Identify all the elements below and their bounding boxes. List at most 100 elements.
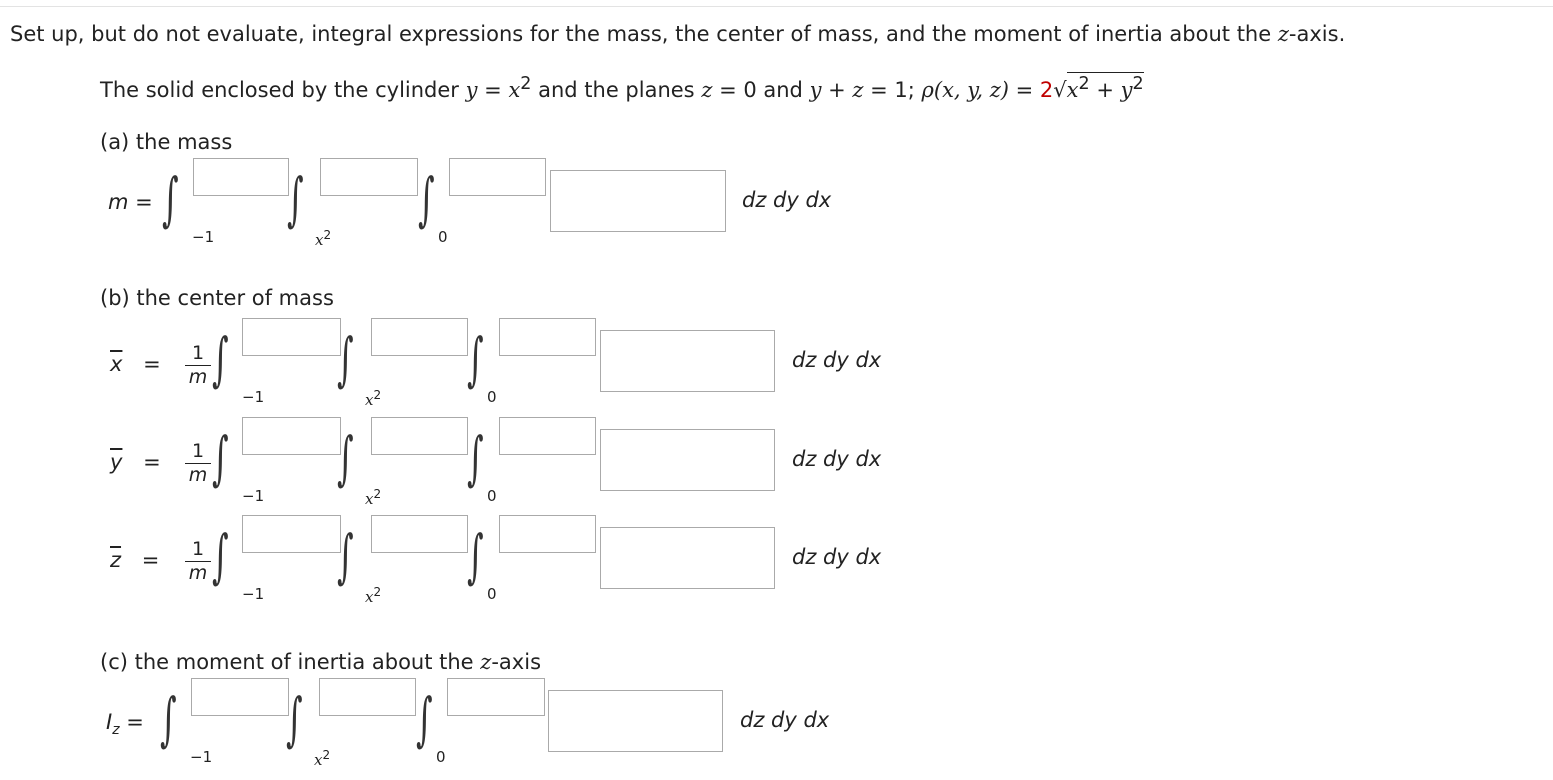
- integral-lower-limit: x2: [315, 228, 331, 249]
- question-prompt: Set up, but do not evaluate, integral ex…: [10, 22, 1345, 46]
- integrand-input[interactable]: [600, 330, 775, 392]
- frac-denominator: m: [188, 562, 208, 584]
- integral-sign-icon: ∫: [467, 424, 484, 492]
- density-function: ρ(x, y, z): [921, 78, 1009, 102]
- upper-limit-input[interactable]: [499, 318, 596, 356]
- prompt-axis: z: [1277, 22, 1289, 46]
- integrand-input[interactable]: [600, 527, 775, 589]
- z-bar-symbol: z: [110, 548, 122, 572]
- upper-limit-input[interactable]: [447, 678, 545, 716]
- differentials: dz dy dx: [792, 348, 882, 372]
- eq-sign: =: [477, 78, 509, 102]
- eq-sign: =: [143, 450, 161, 474]
- integral-lower-limit: 0: [436, 748, 446, 766]
- integral-lower-limit: −1: [242, 388, 265, 406]
- integral-sign-icon: ∫: [212, 424, 229, 492]
- problem-text: = 1;: [863, 78, 922, 102]
- integral-sign-icon: ∫: [286, 685, 303, 753]
- part-a-label: (a) the mass: [100, 130, 233, 154]
- frac-numerator: 1: [185, 440, 211, 464]
- lower-limit-exponent: 2: [322, 748, 331, 762]
- var-y: y: [1120, 78, 1133, 102]
- part-c-text: (c) the moment of inertia about the: [100, 650, 481, 674]
- differentials: dz dy dx: [740, 708, 830, 732]
- integral-sign-icon: ∫: [416, 685, 433, 753]
- sqrt-expression: √x2 + y2: [1053, 72, 1144, 102]
- integrand-input[interactable]: [548, 690, 723, 752]
- integral-lower-limit: −1: [242, 487, 265, 505]
- differentials: dz dy dx: [792, 447, 882, 471]
- lower-limit-exponent: 2: [323, 228, 332, 242]
- problem-text: = 0 and: [712, 78, 810, 102]
- upper-limit-input[interactable]: [499, 417, 596, 455]
- problem-text: and the planes: [531, 78, 702, 102]
- y-bar-symbol: y: [110, 450, 123, 474]
- integral-lower-limit: x2: [365, 585, 381, 606]
- integral-lower-limit: x2: [365, 487, 381, 508]
- integrand-input[interactable]: [550, 170, 726, 232]
- part-b-label: (b) the center of mass: [100, 286, 334, 310]
- plus: +: [1089, 78, 1121, 102]
- integral-sign-icon: ∫: [337, 325, 354, 393]
- var-z: z: [701, 78, 713, 102]
- eq-sign: =: [126, 710, 144, 734]
- part-c-axis: z: [480, 650, 492, 674]
- lhs-xbar: x =: [110, 352, 161, 376]
- upper-limit-input[interactable]: [371, 318, 468, 356]
- integral-sign-icon: ∫: [160, 685, 177, 753]
- exponent: 2: [1078, 74, 1090, 94]
- top-divider: [0, 6, 1553, 7]
- problem-text: The solid enclosed by the cylinder: [100, 78, 466, 102]
- integral-sign-icon: ∫: [418, 165, 435, 233]
- integral-sign-icon: ∫: [212, 522, 229, 590]
- integral-sign-icon: ∫: [467, 325, 484, 393]
- integral-lower-limit: 0: [438, 228, 448, 246]
- integral-sign-icon: ∫: [467, 522, 484, 590]
- upper-limit-input[interactable]: [499, 515, 596, 553]
- integral-lower-limit: −1: [242, 585, 265, 603]
- integral-lower-limit: −1: [190, 748, 213, 766]
- x-bar-symbol: x: [110, 352, 123, 376]
- var-x: x: [508, 78, 521, 102]
- upper-limit-input[interactable]: [371, 417, 468, 455]
- integral-lower-limit: 0: [487, 585, 497, 603]
- upper-limit-input[interactable]: [242, 318, 341, 356]
- prompt-text: Set up, but do not evaluate, integral ex…: [10, 22, 1278, 46]
- upper-limit-input[interactable]: [320, 158, 418, 196]
- upper-limit-input[interactable]: [193, 158, 289, 196]
- sqrt-icon: √: [1053, 78, 1067, 102]
- differentials: dz dy dx: [742, 188, 832, 212]
- fraction-1-over-m: 1m: [185, 342, 211, 388]
- sqrt-radicand: x2 + y2: [1066, 72, 1144, 102]
- exponent: 2: [1132, 74, 1144, 94]
- fraction-1-over-m: 1m: [185, 538, 211, 584]
- mass-symbol: m: [108, 190, 129, 214]
- integral-sign-icon: ∫: [337, 522, 354, 590]
- integral-lower-limit: x2: [365, 388, 381, 409]
- upper-limit-input[interactable]: [242, 515, 341, 553]
- fraction-1-over-m: 1m: [185, 440, 211, 486]
- var-z: z: [852, 78, 864, 102]
- frac-denominator: m: [188, 366, 208, 388]
- upper-limit-input[interactable]: [371, 515, 468, 553]
- lower-limit-exponent: 2: [373, 388, 382, 402]
- integral-lower-limit: 0: [487, 388, 497, 406]
- upper-limit-input[interactable]: [449, 158, 546, 196]
- integral-sign-icon: ∫: [212, 325, 229, 393]
- var-y: y: [809, 78, 822, 102]
- upper-limit-input[interactable]: [191, 678, 289, 716]
- part-c-label: (c) the moment of inertia about the z-ax…: [100, 650, 541, 674]
- upper-limit-input[interactable]: [319, 678, 416, 716]
- var-x: x: [1066, 78, 1079, 102]
- density-coefficient: 2: [1039, 78, 1054, 102]
- part-c-suffix: -axis: [491, 650, 542, 674]
- frac-denominator: m: [188, 464, 208, 486]
- lower-limit-exponent: 2: [373, 585, 382, 599]
- integral-lower-limit: 0: [487, 487, 497, 505]
- upper-limit-input[interactable]: [242, 417, 341, 455]
- var-y: y: [465, 78, 478, 102]
- eq-sign: =: [1008, 78, 1040, 102]
- eq-sign: =: [141, 548, 160, 572]
- integrand-input[interactable]: [600, 429, 775, 491]
- plus: +: [821, 78, 853, 102]
